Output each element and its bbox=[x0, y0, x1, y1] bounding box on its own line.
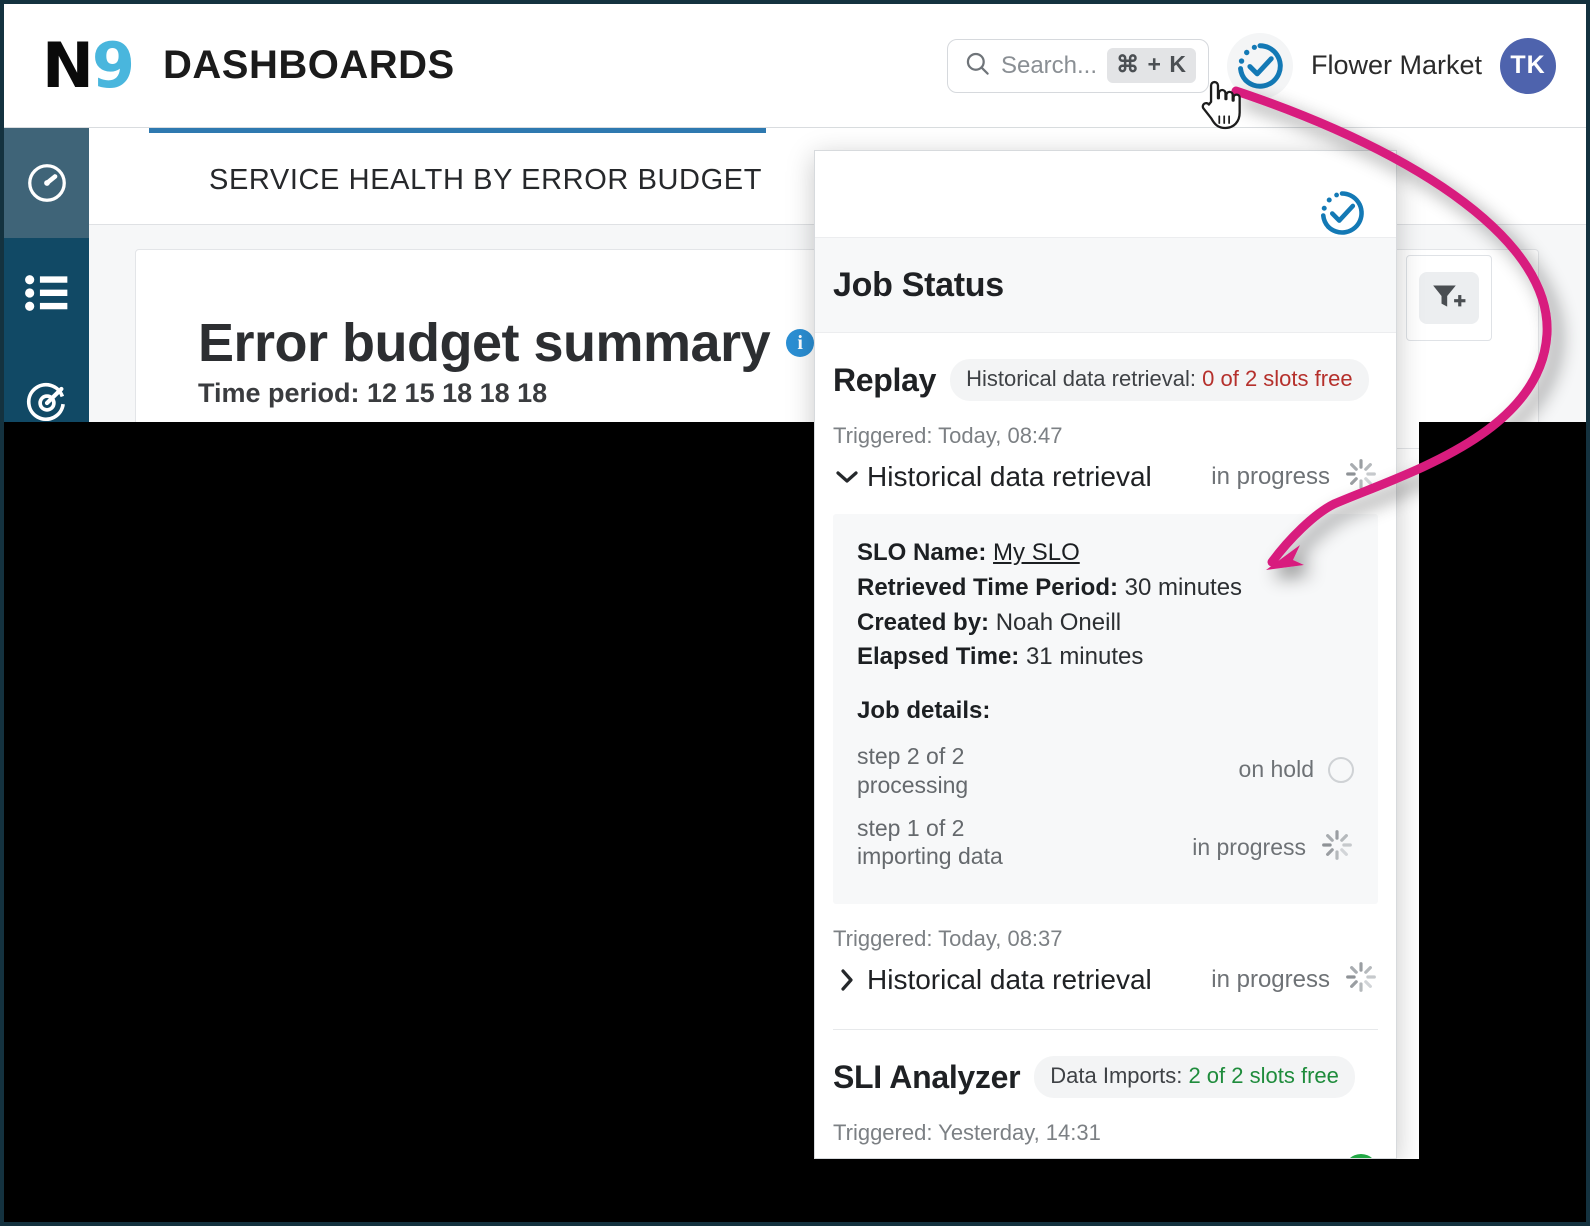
tab-active-underline bbox=[149, 128, 766, 133]
slot-badge: Data Imports: 2 of 2 slots free bbox=[1034, 1056, 1355, 1099]
card-subtitle: Time period: 12 15 18 18 18 bbox=[198, 378, 548, 408]
avatar[interactable]: TK bbox=[1500, 37, 1556, 94]
search-placeholder: Search... bbox=[1000, 51, 1098, 79]
search-icon bbox=[964, 50, 991, 82]
detail-slo-name: SLO Name: My SLO bbox=[857, 536, 1354, 571]
section-sli-analyzer: SLI Analyzer Data Imports: 2 of 2 slots … bbox=[815, 1030, 1396, 1158]
step-text: step 2 of 2 processing bbox=[857, 742, 968, 800]
redaction-mask-bottom bbox=[814, 1159, 1419, 1222]
filter-plus-icon bbox=[1419, 272, 1479, 324]
spinner-icon bbox=[1344, 960, 1378, 999]
filter-button[interactable] bbox=[1406, 255, 1492, 341]
job-name: Historical data retrieval bbox=[867, 963, 1152, 995]
job-detail-card: SLO Name: My SLO Retrieved Time Period: … bbox=[833, 514, 1378, 905]
target-icon bbox=[26, 382, 65, 421]
info-icon[interactable]: i bbox=[786, 329, 815, 357]
job-triggered-time: Triggered: Today, 08:47 bbox=[833, 423, 1063, 448]
step-status-label: in progress bbox=[1192, 833, 1306, 860]
slot-value: 2 of 2 slots free bbox=[1188, 1063, 1339, 1089]
job-status-group: in progress bbox=[1211, 960, 1378, 999]
job-row[interactable]: Data import for analysis completed bbox=[833, 1150, 1378, 1158]
slot-badge: Historical data retrieval: 0 of 2 slots … bbox=[950, 359, 1369, 401]
gauge-icon bbox=[27, 164, 66, 202]
card-title-row: Error budget summary i bbox=[198, 312, 815, 374]
job-status-label: in progress bbox=[1211, 462, 1330, 490]
check-circle-icon bbox=[1344, 1154, 1378, 1158]
popover-job-status-icon[interactable] bbox=[1316, 187, 1368, 244]
step-phase: importing data bbox=[857, 843, 1003, 870]
redaction-mask-right bbox=[1419, 422, 1586, 1222]
job-name: Data import for analysis bbox=[867, 1155, 1161, 1158]
sidebar bbox=[4, 128, 89, 426]
page-title: DASHBOARDS bbox=[163, 43, 455, 87]
step-phase: processing bbox=[857, 771, 969, 798]
chevron-right-icon[interactable] bbox=[833, 969, 861, 991]
slo-link[interactable]: My SLO bbox=[993, 539, 1080, 566]
search-shortcut-badge: ⌘ + K bbox=[1107, 48, 1196, 83]
job-name: Historical data retrieval bbox=[867, 460, 1152, 492]
spinner-icon bbox=[1320, 828, 1354, 867]
spinner-icon bbox=[1344, 457, 1378, 496]
app-header: N9 DASHBOARDS Search... ⌘ + K Flower Mar… bbox=[4, 4, 1586, 128]
job-step-row: step 2 of 2 processing on hold bbox=[857, 735, 1354, 807]
brand-logo[interactable]: N9 DASHBOARDS bbox=[42, 28, 455, 102]
section-name: SLI Analyzer bbox=[833, 1058, 1021, 1095]
job-status-label: in progress bbox=[1211, 965, 1330, 993]
job-triggered-time: Triggered: Yesterday, 14:31 bbox=[833, 1120, 1101, 1146]
step-status-group: on hold bbox=[1239, 742, 1354, 783]
list-icon bbox=[24, 275, 67, 311]
detail-retrieved-period: Retrieved Time Period: 30 minutes bbox=[857, 571, 1354, 606]
job-row[interactable]: Historical data retrieval in progress bbox=[833, 453, 1378, 500]
popover-top bbox=[815, 151, 1396, 237]
detail-value: 30 minutes bbox=[1124, 573, 1243, 601]
detail-elapsed-time: Elapsed Time: 31 minutes bbox=[857, 640, 1354, 675]
section-replay: Replay Historical data retrieval: 0 of 2… bbox=[815, 333, 1396, 1031]
job-status-group: in progress bbox=[1211, 457, 1378, 496]
detail-value: Noah Oneill bbox=[995, 608, 1122, 636]
job-status-group: completed bbox=[1219, 1154, 1378, 1158]
step-index: step 1 of 2 bbox=[857, 814, 965, 841]
detail-label: Elapsed Time: bbox=[857, 643, 1020, 671]
header-right-group: Search... ⌘ + K Flower Market TK bbox=[946, 32, 1556, 99]
tab-service-health-by-error-budget[interactable]: SERVICE HEALTH BY ERROR BUDGET bbox=[209, 164, 762, 197]
popover-header: Job Status bbox=[815, 237, 1396, 333]
job-triggered-time: Triggered: Today, 08:37 bbox=[833, 926, 1063, 952]
pointing-hand-cursor bbox=[1197, 78, 1241, 135]
job-details-label: Job details: bbox=[857, 697, 991, 725]
sidebar-item-list[interactable] bbox=[4, 238, 89, 348]
detail-label: Retrieved Time Period: bbox=[857, 573, 1118, 601]
step-text: step 1 of 2 importing data bbox=[857, 814, 1003, 872]
organization-name[interactable]: Flower Market bbox=[1311, 50, 1482, 81]
search-input[interactable]: Search... ⌘ + K bbox=[946, 38, 1209, 93]
detail-value: 31 minutes bbox=[1025, 643, 1144, 671]
redaction-mask-left bbox=[4, 422, 814, 1222]
job-row[interactable]: Historical data retrieval in progress bbox=[833, 956, 1378, 1003]
section-header: Replay Historical data retrieval: 0 of 2… bbox=[833, 333, 1378, 401]
step-index: step 2 of 2 bbox=[857, 743, 965, 770]
section-name: Replay bbox=[833, 361, 937, 398]
step-status-label: on hold bbox=[1238, 756, 1314, 783]
job-step-row: step 1 of 2 importing data in progress bbox=[857, 807, 1354, 879]
detail-created-by: Created by: Noah Oneill bbox=[857, 606, 1354, 641]
slot-value: 0 of 2 slots free bbox=[1202, 366, 1353, 391]
slot-label: Data Imports: bbox=[1050, 1063, 1183, 1089]
job-status-check-icon bbox=[1238, 42, 1283, 89]
n9-logo-icon: N9 bbox=[42, 28, 135, 102]
job-status-label: completed bbox=[1219, 1157, 1330, 1158]
hold-circle-icon bbox=[1328, 756, 1354, 783]
sidebar-item-dashboards[interactable] bbox=[4, 128, 89, 238]
job-status-popover: Job Status Replay Historical data retrie… bbox=[814, 150, 1397, 1159]
section-header: SLI Analyzer Data Imports: 2 of 2 slots … bbox=[833, 1030, 1378, 1099]
chevron-down-icon[interactable] bbox=[833, 470, 861, 484]
step-status-group: in progress bbox=[1192, 814, 1354, 867]
detail-label: SLO Name: bbox=[857, 539, 987, 566]
detail-label: Created by: bbox=[857, 608, 990, 636]
card-title: Error budget summary bbox=[198, 313, 771, 373]
slot-label: Historical data retrieval: bbox=[966, 366, 1197, 391]
popover-title: Job Status bbox=[833, 265, 1004, 304]
app-window: N9 DASHBOARDS Search... ⌘ + K Flower Mar… bbox=[0, 0, 1590, 1226]
